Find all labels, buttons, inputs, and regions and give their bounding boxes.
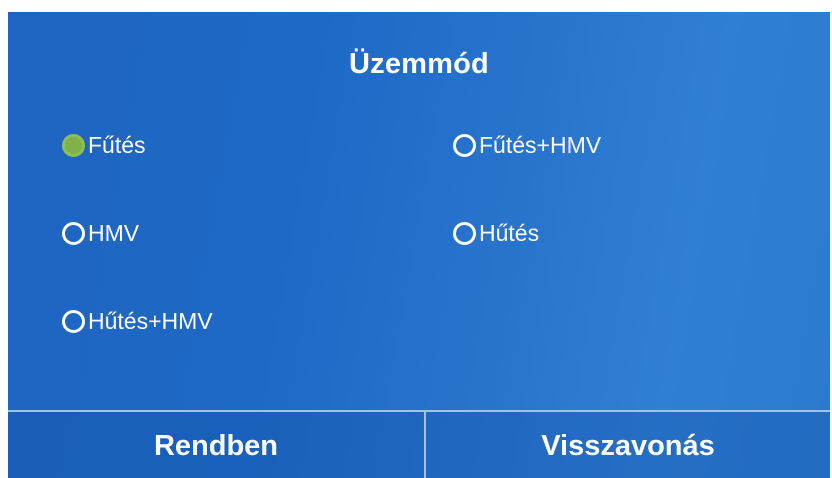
option-futes-hmv[interactable]: Fűtés+HMV [453,132,601,159]
option-hutes[interactable]: Hűtés [453,220,539,247]
radio-button-icon[interactable] [62,310,85,333]
option-futes[interactable]: Fűtés [62,132,146,159]
option-label: Fűtés+HMV [479,132,602,158]
dialog-title: Üzemmód [349,48,489,80]
option-label: Fűtés [88,132,146,158]
radio-button-icon[interactable] [62,134,85,157]
option-label: Hűtés [479,220,540,246]
mode-dialog: Üzemmód Fűtés Fűtés+HMV HMV Hűtés Hűtés+… [8,12,830,478]
ok-button[interactable]: Rendben [8,412,426,478]
option-hmv[interactable]: HMV [62,220,139,247]
option-label: HMV [88,220,140,246]
cancel-button[interactable]: Visszavonás [426,412,830,478]
radio-button-icon[interactable] [453,134,476,157]
option-label: Hűtés+HMV [88,308,213,334]
radio-button-icon[interactable] [62,222,85,245]
radio-button-icon[interactable] [453,222,476,245]
option-hutes-hmv[interactable]: Hűtés+HMV [62,308,213,335]
button-bar: Rendben Visszavonás [8,410,830,478]
